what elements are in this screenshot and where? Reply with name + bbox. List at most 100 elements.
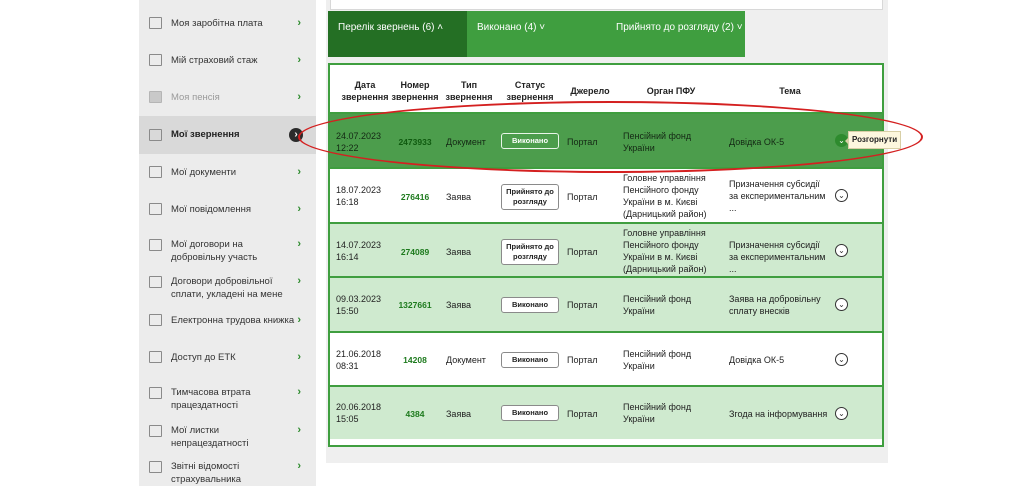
request-source: Портал (567, 137, 598, 147)
sidebar-item-label: Мої повідомлення (171, 203, 251, 215)
table-row[interactable]: 18.07.2023 16:18 276416 Заява Прийнято д… (330, 167, 882, 222)
envelope-icon (149, 203, 162, 215)
request-number[interactable]: 276416 (390, 191, 440, 203)
request-topic: Призначення субсидії за експериментальни… (729, 179, 826, 213)
chevron-right-icon: › (297, 314, 301, 326)
request-org: Пенсійний фонд України (623, 131, 692, 153)
sidebar-item-insurer-reports[interactable]: Звітні відомості страхувальника › (139, 460, 316, 486)
request-date: 24.07.2023 (336, 131, 382, 141)
request-topic: Заява на добровільну сплату внесків (729, 294, 821, 316)
request-date: 14.07.2023 (336, 240, 382, 250)
status-badge: Виконано (501, 297, 559, 313)
request-source: Портал (567, 192, 598, 202)
request-type: Документ (446, 355, 486, 365)
request-date: 21.06.2018 (336, 349, 382, 359)
sidebar-item-label: Мій страховий стаж (171, 54, 258, 66)
request-number[interactable]: 274089 (390, 246, 440, 258)
header-source: Джерело (570, 86, 610, 96)
calendar-icon (149, 54, 162, 66)
chevron-right-icon: › (297, 166, 301, 178)
workbook-icon (149, 314, 162, 326)
header-org: Орган ПФУ (646, 86, 696, 96)
request-date: 20.06.2018 (336, 402, 382, 412)
chevron-right-icon: › (297, 351, 301, 363)
sidebar-item-temporary-disability[interactable]: Тимчасова втрата працездатності › (139, 386, 316, 412)
request-number[interactable]: 4384 (390, 408, 440, 420)
sidebar-item-label: Моя заробітна плата (171, 17, 263, 29)
document-icon (149, 166, 162, 178)
chevron-right-icon: › (297, 54, 301, 66)
chevron-right-icon: › (297, 91, 301, 103)
request-org: Головне управління Пенсійного фонду Укра… (623, 173, 707, 219)
table-row[interactable]: 09.03.2023 15:50 1327661 Заява Виконано … (330, 276, 882, 331)
table-header: Дата звернення Номер звернення Тип зверн… (330, 65, 882, 113)
envelope-icon (149, 129, 162, 141)
sidebar-item-salary[interactable]: Моя заробітна плата › (139, 14, 316, 32)
sidebar-item-insurance-record[interactable]: Мій страховий стаж › (139, 51, 316, 69)
workbook-icon (149, 351, 162, 363)
sidebar-item-label: Мої договори на добровільну участь (171, 239, 258, 263)
header-topic: Тема (779, 86, 801, 96)
request-type: Заява (446, 247, 472, 257)
sidebar-item-documents[interactable]: Мої документи › (139, 163, 316, 181)
status-badge: Виконано (501, 352, 559, 368)
sidebar-item-my-requests[interactable]: Мої звернення › (139, 116, 316, 154)
folder-icon (149, 91, 162, 103)
request-org: Головне управління Пенсійного фонду Укра… (623, 228, 707, 274)
header-type: Тип звернення (445, 80, 493, 102)
status-badge: Прийнято до розгляду (501, 184, 559, 210)
request-type: Заява (446, 409, 472, 419)
tab-under-review[interactable]: Прийнято до розгляду (2) ˅ (606, 11, 745, 57)
request-source: Портал (567, 247, 598, 257)
table-row[interactable]: 14.07.2023 16:14 274089 Заява Прийнято д… (330, 222, 882, 276)
sidebar-item-messages[interactable]: Мої повідомлення › (139, 200, 316, 218)
sidebar: Моя заробітна плата › Мій страховий стаж… (139, 0, 316, 486)
chevron-down-icon[interactable]: ⌄ (835, 244, 848, 257)
request-number[interactable]: 1327661 (390, 299, 440, 311)
sidebar-item-label: Тимчасова втрата працездатності (171, 387, 251, 411)
sidebar-item-label: Мої листки непрацездатності (171, 425, 249, 449)
document-icon (149, 387, 162, 399)
request-number[interactable]: 2473933 (390, 136, 440, 148)
sidebar-item-label: Доступ до ЕТК (171, 351, 236, 363)
request-topic: Згода на інформування (729, 409, 828, 419)
sidebar-item-voluntary-contracts[interactable]: Мої договори на добровільну участь › (139, 238, 316, 264)
request-source: Портал (567, 300, 598, 310)
header-date: Дата звернення (341, 80, 389, 102)
request-topic: Довідка ОК-5 (729, 137, 785, 147)
header-number: Номер звернення (391, 80, 439, 102)
sidebar-item-label: Моя пенсія (171, 91, 220, 103)
table-row[interactable]: 24.07.2023 12:22 2473933 Документ Викона… (330, 112, 882, 167)
request-topic: Довідка ОК-5 (729, 355, 785, 365)
chevron-down-icon[interactable]: ⌄ (835, 407, 848, 420)
request-time: 12:22 (336, 143, 359, 153)
request-time: 08:31 (336, 361, 359, 371)
sidebar-item-label: Мої документи (171, 166, 237, 178)
tab-all-requests[interactable]: Перелік звернень (6) ˄ (328, 11, 467, 57)
sidebar-item-sick-leaves[interactable]: Мої листки непрацездатності › (139, 424, 316, 450)
divider (330, 0, 883, 10)
chevron-down-icon[interactable]: ⌄ (835, 189, 848, 202)
document-icon (149, 425, 162, 437)
table-row[interactable]: 20.06.2018 15:05 4384 Заява Виконано Пор… (330, 385, 882, 439)
request-number[interactable]: 14208 (390, 354, 440, 366)
request-time: 15:50 (336, 306, 359, 316)
chevron-down-icon[interactable]: ⌄ (835, 353, 848, 366)
request-type: Документ (446, 137, 486, 147)
request-topic: Призначення субсидії за експериментальни… (729, 240, 826, 274)
request-type: Заява (446, 300, 472, 310)
table-row[interactable]: 21.06.2018 08:31 14208 Документ Виконано… (330, 331, 882, 385)
sidebar-item-label: Електронна трудова книжка (171, 314, 295, 326)
request-time: 16:14 (336, 252, 359, 262)
tab-completed[interactable]: Виконано (4) ˅ (467, 11, 606, 57)
chevron-down-icon[interactable]: ⌄ (835, 298, 848, 311)
sidebar-item-workbook-access[interactable]: Доступ до ЕТК › (139, 348, 316, 366)
chevron-right-icon: › (297, 424, 301, 436)
request-source: Портал (567, 355, 598, 365)
request-time: 15:05 (336, 414, 359, 424)
sidebar-item-electronic-workbook[interactable]: Електронна трудова книжка › (139, 311, 316, 329)
sidebar-item-pension[interactable]: Моя пенсія › (139, 88, 316, 106)
request-date: 18.07.2023 (336, 185, 382, 195)
sidebar-item-contracts-for-me[interactable]: Договори добровільної сплати, укладені н… (139, 275, 316, 301)
sidebar-item-label: Звітні відомості страхувальника (171, 461, 242, 485)
